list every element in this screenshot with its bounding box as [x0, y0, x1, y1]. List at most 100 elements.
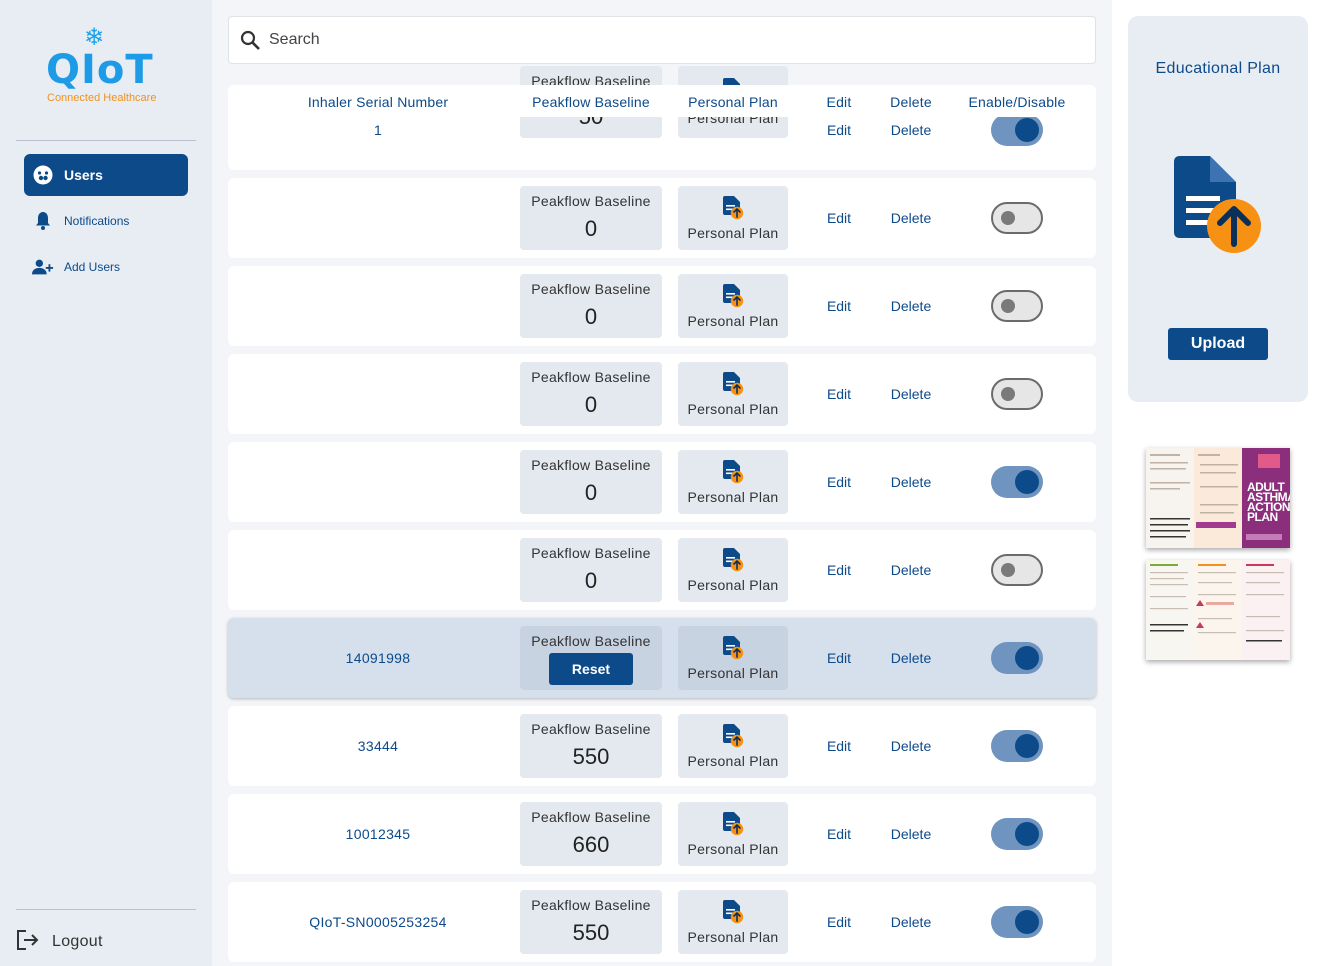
table-row[interactable]: 10012345 Peakflow Baseline 660 Personal Pla… [228, 794, 1096, 874]
table-row[interactable]: QIoT-SN0005253254 Peakflow Baseline 550 Per… [228, 882, 1096, 962]
table-row[interactable]: Peakflow Baseline 0 Personal Plan Edit Delet… [228, 178, 1096, 258]
enable-toggle[interactable] [991, 730, 1043, 762]
personal-plan-upload-icon [722, 372, 744, 396]
peakflow-baseline-label: Peakflow Baseline [531, 809, 651, 825]
serial-number: 14091998 [345, 650, 411, 666]
personal-plan-button[interactable]: Personal Plan [678, 362, 788, 426]
sidebar-item-label: Users [64, 167, 103, 183]
edit-link[interactable]: Edit [818, 474, 860, 490]
delete-link[interactable]: Delete [883, 298, 939, 314]
toggle-knob [1001, 299, 1015, 313]
personal-plan-button[interactable]: Personal Plan [678, 714, 788, 778]
peakflow-baseline-box: Peakflow Baseline 550 [520, 890, 662, 954]
edit-link[interactable]: Edit [818, 914, 860, 930]
personal-plan-label: Personal Plan [687, 665, 779, 681]
sidebar-item-label: Add Users [64, 260, 121, 274]
delete-link[interactable]: Delete [883, 914, 939, 930]
peakflow-baseline-value: 0 [584, 304, 598, 329]
serial-number: 1 [373, 122, 383, 138]
peakflow-baseline-label: Peakflow Baseline [531, 633, 651, 649]
enable-toggle[interactable] [991, 290, 1043, 322]
delete-link[interactable]: Delete [883, 474, 939, 490]
delete-link[interactable]: Delete [883, 826, 939, 842]
personal-plan-button[interactable]: Personal Plan [678, 450, 788, 514]
enable-toggle[interactable] [991, 818, 1043, 850]
delete-link[interactable]: Delete [883, 122, 939, 138]
logout-label: Logout [52, 933, 103, 950]
personal-plan-button[interactable]: Personal Plan [678, 626, 788, 690]
personal-plan-button[interactable]: Personal Plan [678, 538, 788, 602]
logo-subtitle: Connected Healthcare [47, 92, 157, 104]
enable-toggle[interactable] [991, 466, 1043, 498]
sidebar-item-users[interactable]: Users [24, 154, 188, 196]
toggle-knob [1015, 822, 1039, 846]
delete-link[interactable]: Delete [883, 650, 939, 666]
delete-link[interactable]: Delete [883, 210, 939, 226]
personal-plan-upload-icon [722, 900, 744, 924]
delete-link[interactable]: Delete [883, 562, 939, 578]
edit-link[interactable]: Edit [818, 386, 860, 402]
sidebar-item-notifications[interactable]: Notifications [24, 200, 188, 242]
personal-plan-button[interactable]: Personal Plan [678, 890, 788, 954]
personal-plan-button[interactable]: Personal Plan [678, 274, 788, 338]
header-serial: Inhaler Serial Number [307, 94, 449, 110]
table-header: Inhaler Serial Number Peakflow Baseline … [228, 85, 1096, 117]
enable-toggle[interactable] [991, 202, 1043, 234]
peakflow-baseline-box: Peakflow Baseline 0 [520, 538, 662, 602]
peakflow-baseline-box: Peakflow Baseline 550 [520, 714, 662, 778]
serial-number: 10012345 [345, 826, 411, 842]
delete-link[interactable]: Delete [883, 386, 939, 402]
logout-button[interactable]: Logout [16, 928, 103, 956]
table-row[interactable]: Peakflow Baseline 0 Personal Plan Edit Delet… [228, 266, 1096, 346]
user-list: 1Peakflow Baseline50Personal PlanEditDel… [228, 0, 1096, 966]
personal-plan-upload-icon [722, 460, 744, 484]
personal-plan-upload-icon [722, 724, 744, 748]
edit-link[interactable]: Edit [818, 826, 860, 842]
enable-toggle[interactable] [991, 906, 1043, 938]
personal-plan-label: Personal Plan [687, 225, 779, 241]
peakflow-baseline-box: Peakflow Baseline 660 [520, 802, 662, 866]
peakflow-baseline-value: 0 [584, 568, 598, 593]
enable-toggle[interactable] [991, 642, 1043, 674]
thumbnail-title: ADULT ASTHMA ACTION PLAN [1247, 480, 1290, 524]
edit-link[interactable]: Edit [818, 210, 860, 226]
personal-plan-button[interactable]: Personal Plan [678, 186, 788, 250]
peakflow-baseline-box: Peakflow Baseline Reset [520, 626, 662, 690]
asthma-plan-thumbnail-front[interactable]: ADULT ASTHMA ACTION PLAN [1146, 448, 1290, 548]
sidebar: ❄ QIoT Connected Healthcare Users Notifi… [0, 0, 212, 966]
edit-link[interactable]: Edit [818, 122, 860, 138]
delete-link[interactable]: Delete [883, 738, 939, 754]
edit-link[interactable]: Edit [818, 738, 860, 754]
peakflow-baseline-box: Peakflow Baseline 0 [520, 274, 662, 338]
personal-plan-button[interactable]: Personal Plan [678, 802, 788, 866]
sidebar-item-add-users[interactable]: Add Users [24, 246, 188, 288]
table-row[interactable]: Peakflow Baseline 0 Personal Plan Edit Delet… [228, 442, 1096, 522]
enable-toggle[interactable] [991, 114, 1043, 146]
toggle-knob [1015, 646, 1039, 670]
edit-link[interactable]: Edit [818, 562, 860, 578]
enable-toggle[interactable] [991, 554, 1043, 586]
table-row[interactable]: 14091998 Peakflow Baseline Reset Personal P… [228, 618, 1096, 698]
add-user-icon [32, 256, 54, 278]
sidebar-divider [16, 140, 196, 141]
table-row[interactable]: Peakflow Baseline 0 Personal Plan Edit Delet… [228, 354, 1096, 434]
upload-button[interactable]: Upload [1168, 328, 1268, 360]
asthma-plan-thumbnail-back[interactable] [1146, 560, 1290, 660]
personal-plan-label: Personal Plan [687, 929, 779, 945]
peakflow-baseline-label: Peakflow Baseline [531, 545, 651, 561]
table-row[interactable]: Peakflow Baseline 0 Personal Plan Edit Delet… [228, 530, 1096, 610]
edit-link[interactable]: Edit [818, 650, 860, 666]
educational-plan-title: Educational Plan [1155, 60, 1281, 77]
toggle-knob [1015, 734, 1039, 758]
enable-toggle[interactable] [991, 378, 1043, 410]
logout-icon [16, 929, 40, 956]
serial-number: 33444 [357, 738, 399, 754]
reset-button[interactable]: Reset [549, 653, 633, 685]
personal-plan-label: Personal Plan [687, 401, 779, 417]
sidebar-divider [16, 909, 196, 910]
peakflow-baseline-label: Peakflow Baseline [531, 193, 651, 209]
table-row[interactable]: 33444 Peakflow Baseline 550 Personal Plan Ed… [228, 706, 1096, 786]
sidebar-item-label: Notifications [64, 214, 130, 228]
edit-link[interactable]: Edit [818, 298, 860, 314]
peakflow-baseline-label: Peakflow Baseline [531, 721, 651, 737]
